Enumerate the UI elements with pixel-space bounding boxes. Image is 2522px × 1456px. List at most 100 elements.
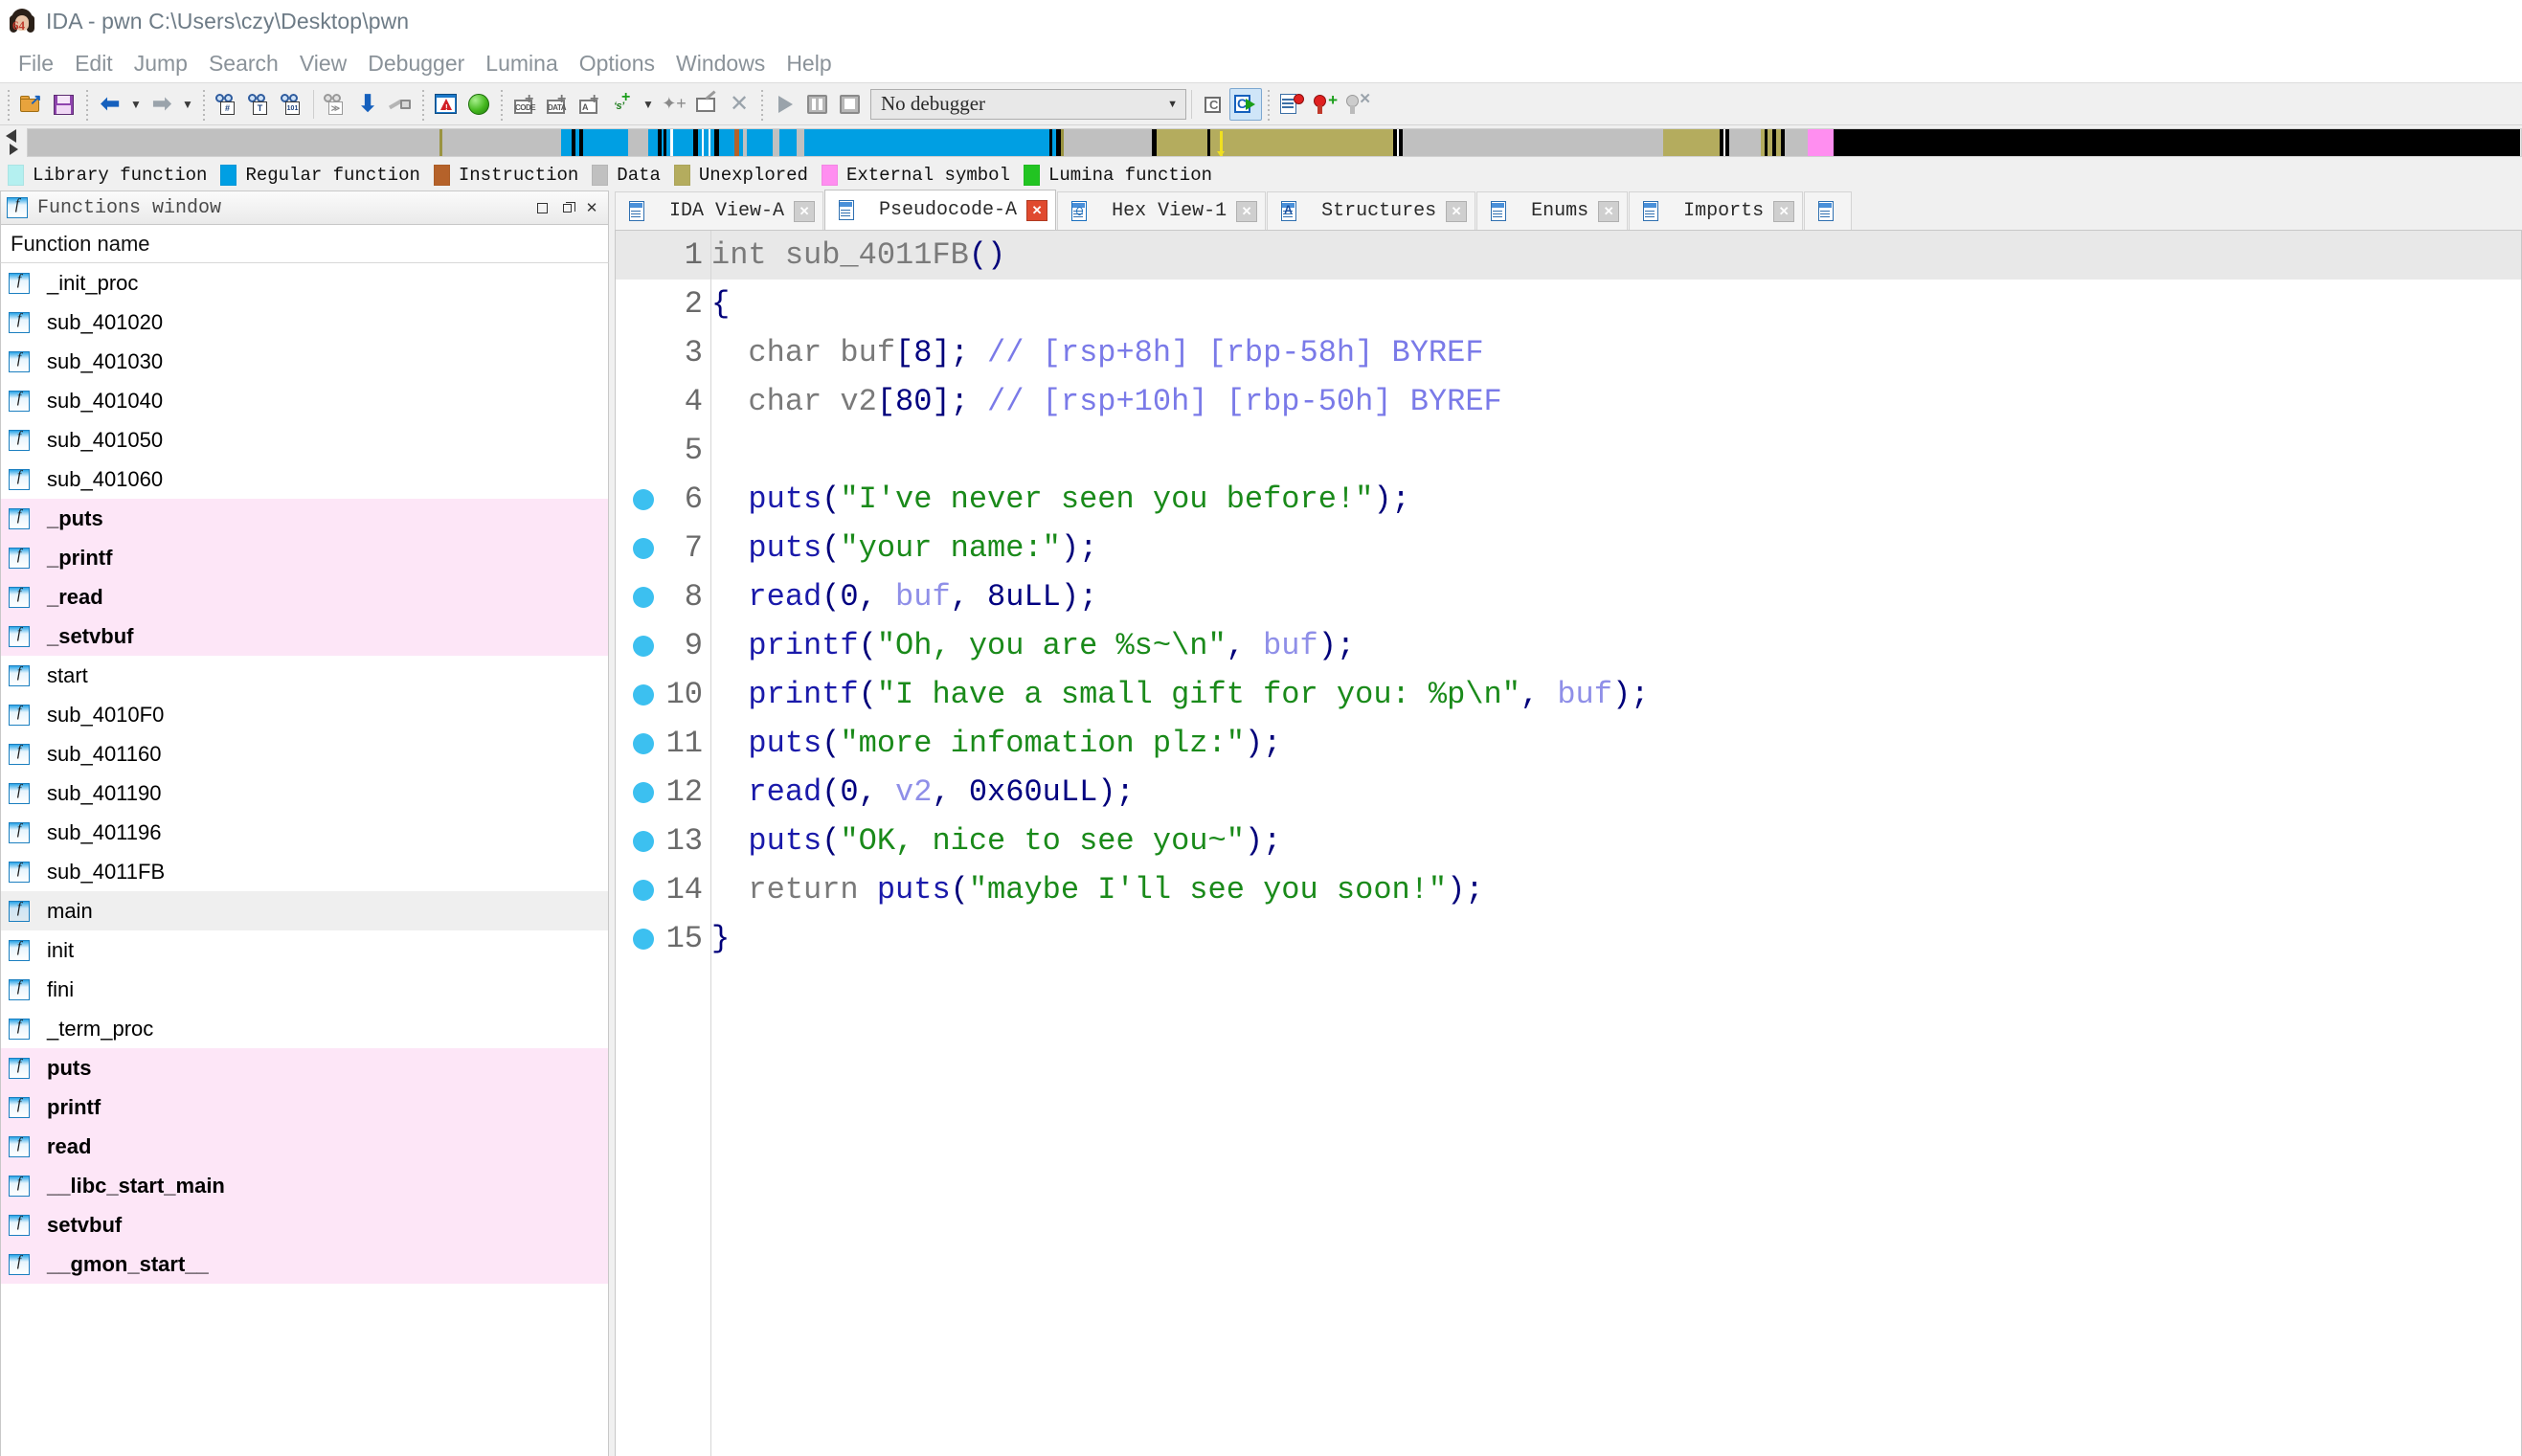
save-button[interactable] (48, 88, 80, 121)
lumina-button[interactable] (462, 88, 495, 121)
address-dot-icon[interactable] (633, 781, 654, 803)
code-line[interactable]: puts("your name:"); (711, 524, 2521, 572)
menu-edit[interactable]: Edit (64, 51, 124, 77)
function-list-item[interactable]: main (1, 891, 608, 930)
search-hash-button[interactable]: # (211, 88, 243, 121)
toolbar-grip[interactable] (5, 87, 12, 121)
code-line[interactable]: puts("OK, nice to see you~"); (711, 817, 2521, 865)
function-list-item[interactable]: puts (1, 1048, 608, 1087)
function-list-item[interactable]: sub_4011FB (1, 852, 608, 891)
toolbar-grip-3[interactable] (200, 87, 208, 121)
menu-file[interactable]: File (8, 51, 64, 77)
function-list-item[interactable]: _setvbuf (1, 616, 608, 656)
gutter-line[interactable]: 12 (616, 768, 710, 817)
address-dot-icon[interactable] (633, 537, 654, 559)
gutter-line[interactable]: 14 (616, 865, 710, 914)
gutter-line[interactable]: 9 (616, 621, 710, 670)
code-line[interactable]: char buf[8]; // [rsp+8h] [rbp-58h] BYREF (711, 328, 2521, 377)
function-list-item[interactable]: sub_401196 (1, 813, 608, 852)
code-line[interactable]: puts("more infomation plz:"); (711, 719, 2521, 768)
function-list-item[interactable]: fini (1, 970, 608, 1009)
navigator-band[interactable] (27, 128, 2522, 157)
pseudocode-gutter[interactable]: 1 2 3 4 5 6 7 8 9 10 11 12 13 14 15 (616, 231, 711, 1456)
pause-button[interactable] (801, 88, 834, 121)
problems-button[interactable]: ! (430, 88, 462, 121)
tab-pseudocode-a[interactable]: Pseudocode-A ✕ (824, 190, 1057, 230)
add-breakpoint-button[interactable]: + (1308, 88, 1340, 121)
navigate-back-button[interactable]: ⬅ (94, 88, 126, 121)
pseudocode-view[interactable]: 1 2 3 4 5 6 7 8 9 10 11 12 13 14 15 int sub_4011FB(){ … (615, 231, 2522, 1456)
menu-jump[interactable]: Jump (124, 51, 198, 77)
code-line[interactable]: int sub_4011FB() (711, 231, 2521, 280)
function-list-item[interactable]: printf (1, 1087, 608, 1127)
tab-close-icon[interactable]: ✕ (1026, 199, 1048, 221)
search-binary-button[interactable]: 101 (276, 88, 308, 121)
code-line[interactable]: read(0, v2, 0x60uLL); (711, 768, 2521, 817)
code-line[interactable]: printf("I have a small gift for you: %p\… (711, 670, 2521, 719)
tab-close-icon[interactable]: ✕ (1446, 200, 1468, 222)
tab-imports[interactable]: Imports ✕ (1629, 191, 1804, 230)
make-string-button[interactable]: ‘s’ + (606, 88, 639, 121)
function-list-item[interactable]: sub_401160 (1, 734, 608, 773)
function-list-item[interactable]: _init_proc (1, 263, 608, 302)
toolbar-grip-5[interactable] (498, 87, 506, 121)
breakpoint-list-button[interactable] (1275, 88, 1308, 121)
function-list-item[interactable]: sub_401060 (1, 459, 608, 499)
tab-close-icon[interactable]: ✕ (1773, 200, 1795, 222)
address-dot-icon[interactable] (633, 732, 654, 754)
address-dot-icon[interactable] (633, 635, 654, 657)
menu-debugger[interactable]: Debugger (357, 51, 475, 77)
menu-view[interactable]: View (289, 51, 357, 77)
search-next-button[interactable]: ≫ (319, 88, 351, 121)
menu-lumina[interactable]: Lumina (475, 51, 568, 77)
maximize-button[interactable] (554, 195, 579, 220)
function-list-item[interactable]: _puts (1, 499, 608, 538)
menu-windows[interactable]: Windows (665, 51, 776, 77)
function-list-item[interactable]: start (1, 656, 608, 695)
search-text-button[interactable]: T (243, 88, 276, 121)
code-line[interactable]: char v2[80]; // [rsp+10h] [rbp-50h] BYRE… (711, 377, 2521, 426)
restore-button[interactable] (529, 195, 554, 220)
address-dot-icon[interactable] (633, 830, 654, 852)
stop-button[interactable] (834, 88, 867, 121)
function-name-column-header[interactable]: Function name (0, 225, 609, 263)
tab-close-icon[interactable]: ✕ (794, 200, 816, 222)
function-list-item[interactable]: _printf (1, 538, 608, 577)
function-list-item[interactable]: read (1, 1127, 608, 1166)
gutter-line[interactable]: 7 (616, 524, 710, 572)
gutter-line[interactable]: 10 (616, 670, 710, 719)
code-line[interactable]: read(0, buf, 8uLL); (711, 572, 2521, 621)
navigator-arrows[interactable] (2, 126, 27, 159)
tab-structures[interactable]: A Structures ✕ (1267, 191, 1476, 230)
tab-hex-view-1[interactable]: Hex View-1 ✕ (1057, 191, 1267, 230)
function-list-item[interactable]: setvbuf (1, 1205, 608, 1244)
undefine-button[interactable]: ✕ (723, 88, 755, 121)
address-dot-icon[interactable] (633, 879, 654, 901)
toolbar-grip-2[interactable] (83, 87, 91, 121)
unlock-button[interactable] (384, 88, 417, 121)
function-list-item[interactable]: sub_4010F0 (1, 695, 608, 734)
gutter-line[interactable]: 2 (616, 280, 710, 328)
pseudocode-lines[interactable]: int sub_4011FB(){ char buf[8]; // [rsp+8… (711, 231, 2521, 1456)
jump-down-button[interactable]: ⬇ (351, 88, 384, 121)
gutter-line[interactable]: 15 (616, 914, 710, 963)
make-code-button[interactable]: CODE + (508, 88, 541, 121)
open-file-button[interactable]: ↗ (15, 88, 48, 121)
make-dropdown-button[interactable]: ▼ (639, 88, 658, 121)
menu-search[interactable]: Search (198, 51, 289, 77)
function-list-item[interactable]: __gmon_start__ (1, 1244, 608, 1284)
menu-options[interactable]: Options (569, 51, 665, 77)
function-list[interactable]: _init_proc sub_401020 sub_401030 sub_401040… (0, 263, 609, 1456)
tab-close-icon[interactable]: ✕ (1236, 200, 1258, 222)
gutter-line[interactable]: 4 (616, 377, 710, 426)
gutter-line[interactable]: 8 (616, 572, 710, 621)
gutter-line[interactable]: 3 (616, 328, 710, 377)
menu-help[interactable]: Help (776, 51, 842, 77)
function-list-item[interactable]: sub_401190 (1, 773, 608, 813)
navigator-cursor[interactable] (1216, 131, 1225, 156)
gutter-line[interactable]: 13 (616, 817, 710, 865)
navigate-back-dropdown[interactable]: ▼ (126, 88, 146, 121)
gutter-line[interactable]: 11 (616, 719, 710, 768)
address-dot-icon[interactable] (633, 683, 654, 706)
function-list-item[interactable]: sub_401050 (1, 420, 608, 459)
